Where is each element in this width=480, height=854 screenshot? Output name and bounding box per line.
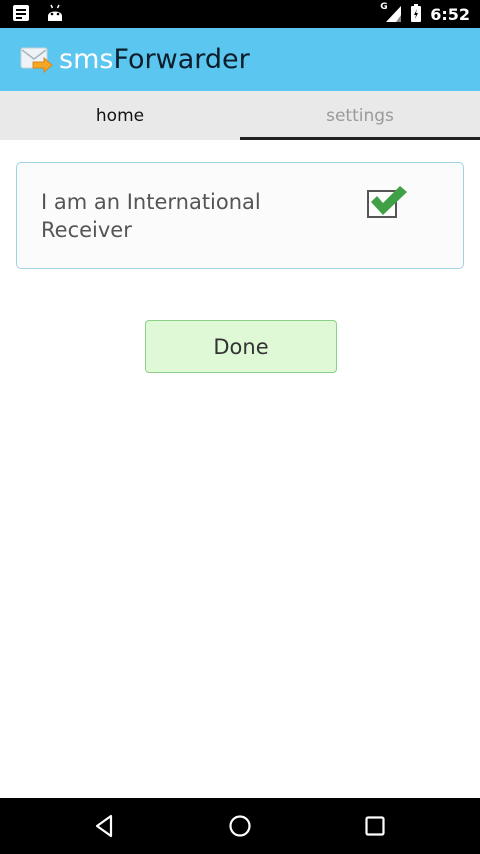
done-button[interactable]: Done	[145, 320, 337, 373]
android-icon	[46, 4, 64, 26]
international-receiver-card: I am an International Receiver	[16, 162, 464, 269]
status-bar: G 6:52	[0, 0, 480, 28]
app-title-part1: sms	[59, 44, 114, 75]
home-icon[interactable]	[226, 812, 254, 840]
back-icon[interactable]	[91, 812, 119, 840]
tab-bar: home settings	[0, 91, 480, 140]
app-bar: smsForwarder	[0, 28, 480, 91]
notes-icon	[12, 4, 30, 26]
tab-settings[interactable]: settings	[240, 91, 480, 140]
envelope-forward-icon	[20, 45, 54, 75]
checkmark-icon	[367, 182, 409, 222]
recents-icon[interactable]	[361, 812, 389, 840]
international-receiver-label: I am an International Receiver	[41, 190, 261, 242]
app-title-part2: Forwarder	[113, 44, 250, 75]
status-time: 6:52	[430, 5, 470, 24]
app-title: smsForwarder	[59, 42, 250, 78]
network-type-label: G	[380, 2, 388, 12]
international-receiver-checkbox[interactable]	[367, 186, 407, 218]
battery-icon	[410, 3, 422, 27]
navigation-bar	[0, 798, 480, 854]
tab-home[interactable]: home	[0, 91, 240, 140]
signal-icon: G	[380, 2, 402, 27]
